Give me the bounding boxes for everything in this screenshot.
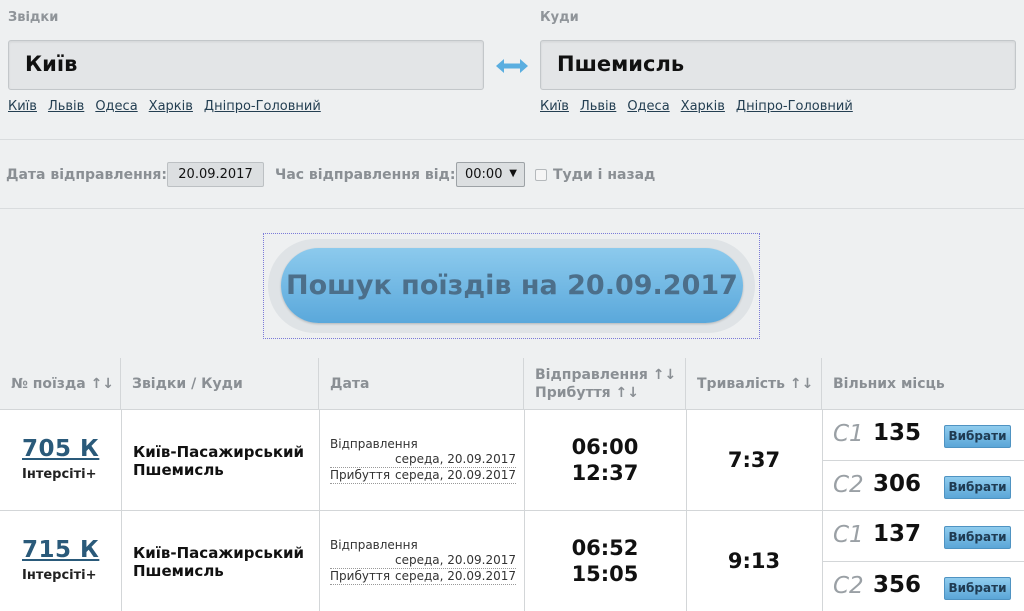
to-quick-odesa[interactable]: Одеса [627, 99, 669, 114]
chevron-down-icon: ▼ [509, 168, 517, 179]
arrive-date-line: Прибуття середа, 20.09.2017 [330, 468, 516, 484]
seat-class-row: С1 137 Вибрати [822, 511, 1024, 561]
arrive-date-label: Прибуття [330, 569, 391, 583]
seat-class: С2 [833, 573, 864, 599]
route-to: Пшемисль [133, 461, 224, 479]
arrive-date-value: середа, 20.09.2017 [395, 569, 516, 583]
from-quick-dnipro[interactable]: Дніпро-Головний [204, 99, 321, 114]
to-quick-lviv[interactable]: Львів [580, 99, 616, 114]
table-row: 715 К Інтерсіті+ Київ-Пасажирський Пшеми… [0, 511, 1024, 611]
header-duration[interactable]: Тривалість ↑↓ [686, 358, 822, 410]
seat-class: С2 [833, 472, 864, 498]
select-seat-button[interactable]: Вибрати [944, 476, 1011, 499]
select-seat-button[interactable]: Вибрати [944, 526, 1011, 549]
to-label: Куди [540, 10, 579, 25]
seat-count: 356 [873, 572, 922, 598]
date-cell: Відправлення середа, 20.09.2017 Прибуття… [330, 538, 516, 585]
from-quick-links: Київ Львів Одеса Харків Дніпро-Головний [8, 99, 332, 114]
depart-time: 06:00 [571, 435, 639, 459]
header-depart-arrive: Відправлення ↑↓ Прибуття ↑↓ [524, 358, 686, 410]
depart-date-value: середа, 20.09.2017 [395, 553, 516, 567]
route-cell: Київ-Пасажирський Пшемисль [133, 443, 304, 479]
from-quick-kyiv[interactable]: Київ [8, 99, 37, 114]
roundtrip-label: Туди і назад [553, 167, 656, 183]
select-seat-button[interactable]: Вибрати [944, 425, 1011, 448]
date-label: Дата відправлення: [6, 167, 167, 183]
route-to: Пшемисль [133, 562, 224, 580]
depart-date-label: Відправлення [330, 437, 418, 451]
depart-date-label: Відправлення [330, 538, 418, 552]
date-cell: Відправлення середа, 20.09.2017 Прибуття… [330, 437, 516, 484]
arrive-time: 15:05 [571, 562, 639, 586]
to-station-input[interactable]: Пшемисль [540, 40, 1016, 90]
to-quick-dnipro[interactable]: Дніпро-Головний [736, 99, 853, 114]
from-quick-kharkiv[interactable]: Харків [149, 99, 193, 114]
from-quick-odesa[interactable]: Одеса [95, 99, 137, 114]
table-row: 705 К Інтерсіті+ Київ-Пасажирський Пшеми… [0, 410, 1024, 511]
seat-class-row: С1 135 Вибрати [822, 410, 1024, 460]
seat-count: 306 [873, 471, 922, 497]
time-select-value: 00:00 [465, 167, 503, 182]
header-train-number[interactable]: № поїзда ↑↓ [0, 358, 121, 410]
route-from: Київ-Пасажирський [133, 443, 305, 461]
from-quick-lviv[interactable]: Львів [48, 99, 84, 114]
route-from: Київ-Пасажирський [133, 544, 305, 562]
arrive-date-label: Прибуття [330, 468, 391, 482]
from-label: Звідки [8, 10, 59, 25]
seat-class: С1 [833, 522, 864, 548]
time-label: Час відправлення від: [275, 167, 456, 183]
select-seat-button[interactable]: Вибрати [944, 577, 1011, 600]
to-quick-links: Київ Львів Одеса Харків Дніпро-Головний [540, 99, 864, 114]
times-cell: 06:52 15:05 [524, 535, 686, 587]
search-focus-frame: Пошук поїздів на 20.09.2017 [263, 233, 760, 339]
seat-count: 135 [873, 420, 922, 446]
seat-class: С1 [833, 421, 864, 447]
times-cell: 06:00 12:37 [524, 434, 686, 486]
train-number-link[interactable]: 715 К [22, 537, 99, 563]
depart-date-line: Відправлення середа, 20.09.2017 [330, 538, 516, 569]
to-quick-kharkiv[interactable]: Харків [681, 99, 725, 114]
depart-date-line: Відправлення середа, 20.09.2017 [330, 437, 516, 468]
header-arrive[interactable]: Прибуття ↑↓ [535, 384, 674, 402]
seat-count: 137 [873, 521, 922, 547]
time-select[interactable]: 00:00 ▼ [456, 162, 525, 187]
header-date: Дата [319, 358, 524, 410]
seat-class-row: С2 356 Вибрати [822, 561, 1024, 611]
train-number-link[interactable]: 705 К [22, 436, 99, 462]
date-input[interactable]: 20.09.2017 [167, 162, 264, 187]
date-bar: Дата відправлення: 20.09.2017 Час відпра… [0, 141, 1024, 209]
search-trains-button[interactable]: Пошук поїздів на 20.09.2017 [281, 248, 743, 323]
duration-value: 7:37 [727, 448, 781, 472]
arrive-date-value: середа, 20.09.2017 [395, 468, 516, 482]
station-panel: Звідки Київ Куди Пшемисль Київ Львів Одеса… [0, 0, 1024, 140]
depart-time: 06:52 [571, 536, 639, 560]
train-category: Інтерсіті+ [22, 467, 97, 482]
header-seats: Вільних місць [822, 358, 1024, 410]
roundtrip-checkbox[interactable] [535, 169, 547, 181]
duration-value: 9:13 [727, 549, 781, 573]
to-quick-kyiv[interactable]: Київ [540, 99, 569, 114]
route-cell: Київ-Пасажирський Пшемисль [133, 544, 304, 580]
train-category: Інтерсіті+ [22, 568, 97, 583]
arrive-date-line: Прибуття середа, 20.09.2017 [330, 569, 516, 585]
depart-date-value: середа, 20.09.2017 [395, 452, 516, 466]
from-station-input[interactable]: Київ [8, 40, 484, 90]
seat-class-row: С2 306 Вибрати [822, 460, 1024, 510]
swap-stations-icon[interactable] [494, 55, 530, 77]
arrive-time: 12:37 [571, 461, 639, 485]
header-route: Звідки / Куди [121, 358, 319, 410]
header-depart[interactable]: Відправлення ↑↓ [535, 366, 676, 384]
